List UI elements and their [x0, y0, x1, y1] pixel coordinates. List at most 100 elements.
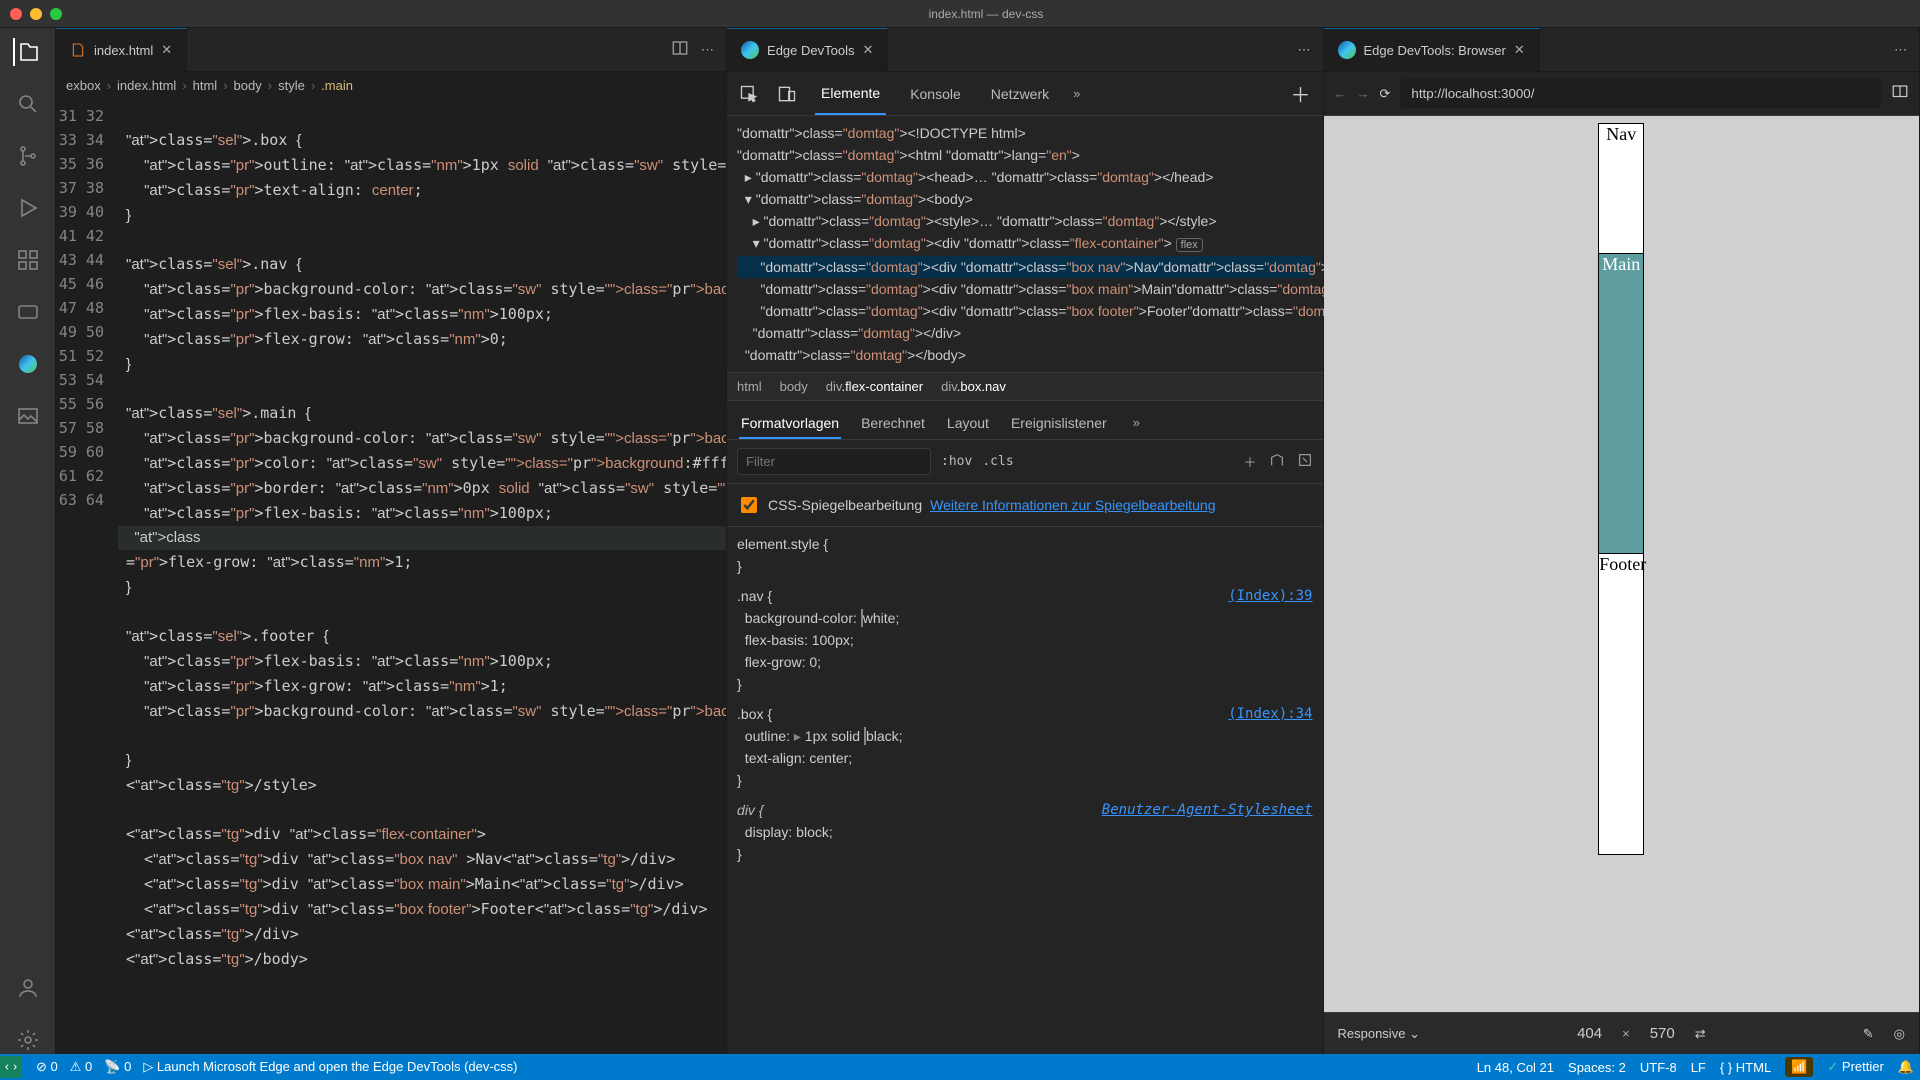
devtools-toggle-icon[interactable]: [1891, 83, 1909, 104]
expand-icon[interactable]: [1297, 452, 1313, 471]
css-mirror-link[interactable]: Weitere Informationen zur Spiegelbearbei…: [930, 497, 1215, 513]
tab-index-html[interactable]: index.html ✕: [56, 28, 187, 71]
styles-tab-berechnet[interactable]: Berechnet: [859, 409, 927, 439]
run-debug-icon[interactable]: [14, 194, 42, 222]
status-bell-icon[interactable]: 🔔: [1898, 1059, 1914, 1075]
css-mirror-checkbox[interactable]: [741, 497, 757, 513]
preview-footer: Footer: [1599, 554, 1643, 854]
edge-icon: [1338, 41, 1356, 59]
window-title: index.html — dev-css: [62, 7, 1910, 21]
close-window-icon[interactable]: [10, 8, 22, 20]
status-lang[interactable]: { } HTML: [1720, 1060, 1771, 1075]
code-area[interactable]: "at">class="sel">.box { "at">class="pr">…: [118, 100, 726, 1054]
times-icon: ×: [1622, 1026, 1630, 1041]
extensions-icon[interactable]: [14, 246, 42, 274]
status-prettier[interactable]: ✓ Prettier: [1827, 1059, 1883, 1075]
devtools-tab-elements[interactable]: Elemente: [815, 73, 886, 115]
rotate-icon[interactable]: ⇄: [1695, 1026, 1706, 1042]
minimize-window-icon[interactable]: [30, 8, 42, 20]
viewport-width[interactable]: 404: [1577, 1025, 1602, 1042]
more-icon[interactable]: ⋯: [1894, 42, 1907, 58]
devtools-tab-console[interactable]: Konsole: [904, 74, 967, 114]
status-warnings[interactable]: ⚠ 0: [70, 1059, 93, 1075]
status-port[interactable]: 📡 0: [104, 1059, 131, 1075]
css-mirror-label: CSS-Spiegelbearbeitung: [768, 497, 922, 513]
dom-breadcrumbs[interactable]: html body div.flex-container div.box.nav: [727, 373, 1322, 401]
tab-label: Edge DevTools: Browser: [1364, 43, 1506, 58]
tab-edge-browser[interactable]: Edge DevTools: Browser ✕: [1324, 28, 1540, 71]
plus-icon[interactable]: ＋: [1291, 79, 1311, 108]
browser-viewport[interactable]: Nav Main Footer: [1324, 116, 1920, 1012]
styles-filter-row: :hov .cls ＋: [727, 440, 1322, 484]
status-spaces[interactable]: Spaces: 2: [1568, 1060, 1626, 1075]
css-mirror-row: CSS-Spiegelbearbeitung Weitere Informati…: [727, 484, 1322, 527]
crumb[interactable]: html: [193, 78, 218, 93]
url-input[interactable]: [1400, 79, 1881, 108]
cls-toggle[interactable]: .cls: [982, 454, 1013, 469]
styles-filter-input[interactable]: [737, 448, 931, 475]
status-eol[interactable]: LF: [1691, 1060, 1706, 1075]
reload-icon[interactable]: ⟳: [1380, 86, 1391, 102]
browser-toolbar: ← → ⟳: [1324, 72, 1920, 116]
status-launch[interactable]: ▷ Launch Microsoft Edge and open the Edg…: [143, 1059, 517, 1075]
crumb[interactable]: style: [278, 78, 305, 93]
source-control-icon[interactable]: [14, 142, 42, 170]
status-bar: ⊘ 0 ⚠ 0 📡 0 ▷ Launch Microsoft Edge and …: [0, 1054, 1920, 1080]
titlebar: index.html — dev-css: [0, 0, 1920, 28]
image-icon[interactable]: [14, 402, 42, 430]
forward-icon[interactable]: →: [1357, 86, 1370, 101]
remote-icon[interactable]: [14, 298, 42, 326]
tab-edge-devtools[interactable]: Edge DevTools ✕: [727, 28, 888, 71]
preview-main: Main: [1599, 254, 1643, 554]
tab-label: Edge DevTools: [767, 43, 854, 58]
styles-tab-formatvorlagen[interactable]: Formatvorlagen: [739, 409, 841, 439]
remote-indicator-icon[interactable]: [0, 1056, 22, 1078]
hov-toggle[interactable]: :hov: [941, 454, 972, 469]
dom-tree[interactable]: "domattr">class="domtag"><!DOCTYPE html>…: [727, 116, 1322, 373]
close-icon[interactable]: ✕: [862, 42, 873, 58]
styles-tab-ereignislistener[interactable]: Ereignislistener: [1009, 409, 1109, 439]
devtools-tab-network[interactable]: Netzwerk: [985, 74, 1055, 114]
device-mode[interactable]: Responsive ⌄: [1338, 1026, 1420, 1042]
styles-tabs: Formatvorlagen Berechnet Layout Ereignis…: [727, 401, 1322, 440]
activity-bar: [0, 28, 56, 1054]
editor-group-browser: Edge DevTools: Browser ✕ ⋯ ← → ⟳ Nav Mai…: [1324, 28, 1920, 1054]
explorer-icon[interactable]: [13, 38, 41, 66]
viewport-height[interactable]: 570: [1650, 1025, 1675, 1042]
css-rules-panel[interactable]: element.style {}(Index):39.nav { backgro…: [727, 527, 1322, 1054]
crumb[interactable]: body: [234, 78, 262, 93]
more-icon[interactable]: ⋯: [1298, 42, 1311, 58]
chevron-right-icon[interactable]: »: [1073, 86, 1080, 101]
status-cursor[interactable]: Ln 48, Col 21: [1477, 1060, 1554, 1075]
close-icon[interactable]: ✕: [161, 42, 172, 58]
edge-extension-icon[interactable]: [14, 350, 42, 378]
crumb[interactable]: index.html: [117, 78, 176, 93]
status-go-live[interactable]: 📶: [1785, 1057, 1813, 1077]
styles-tab-layout[interactable]: Layout: [945, 409, 991, 439]
crumb[interactable]: .main: [321, 78, 353, 93]
back-icon[interactable]: ←: [1334, 86, 1347, 101]
editor-group-code: index.html ✕ ⋯ exbox› index.html› html› …: [56, 28, 727, 1054]
crumb[interactable]: exbox: [66, 78, 101, 93]
account-icon[interactable]: [14, 974, 42, 1002]
plus-icon[interactable]: ＋: [1243, 452, 1256, 471]
breadcrumbs[interactable]: exbox› index.html› html› body› style› .m…: [56, 72, 726, 100]
search-icon[interactable]: [14, 90, 42, 118]
inspect-icon[interactable]: [739, 84, 759, 104]
more-icon[interactable]: ⋯: [701, 42, 714, 58]
close-icon[interactable]: ✕: [1514, 42, 1525, 58]
line-numbers: 31 32 33 34 35 36 37 38 39 40 41 42 43 4…: [56, 100, 118, 1054]
edit-icon[interactable]: ✎: [1863, 1026, 1874, 1042]
chevron-down-icon: ⌄: [1409, 1026, 1420, 1041]
chevron-right-icon[interactable]: »: [1127, 409, 1146, 439]
status-encoding[interactable]: UTF-8: [1640, 1060, 1677, 1075]
status-errors[interactable]: ⊘ 0: [36, 1059, 58, 1075]
maximize-window-icon[interactable]: [50, 8, 62, 20]
split-editor-icon[interactable]: [671, 39, 689, 60]
tab-label: index.html: [94, 43, 153, 58]
paint-icon[interactable]: [1269, 452, 1285, 471]
device-toggle-icon[interactable]: [777, 84, 797, 104]
target-icon[interactable]: ◎: [1894, 1026, 1905, 1042]
device-toolbar: Responsive ⌄ 404 × 570 ⇄ ✎ ◎: [1324, 1012, 1920, 1054]
settings-gear-icon[interactable]: [14, 1026, 42, 1054]
